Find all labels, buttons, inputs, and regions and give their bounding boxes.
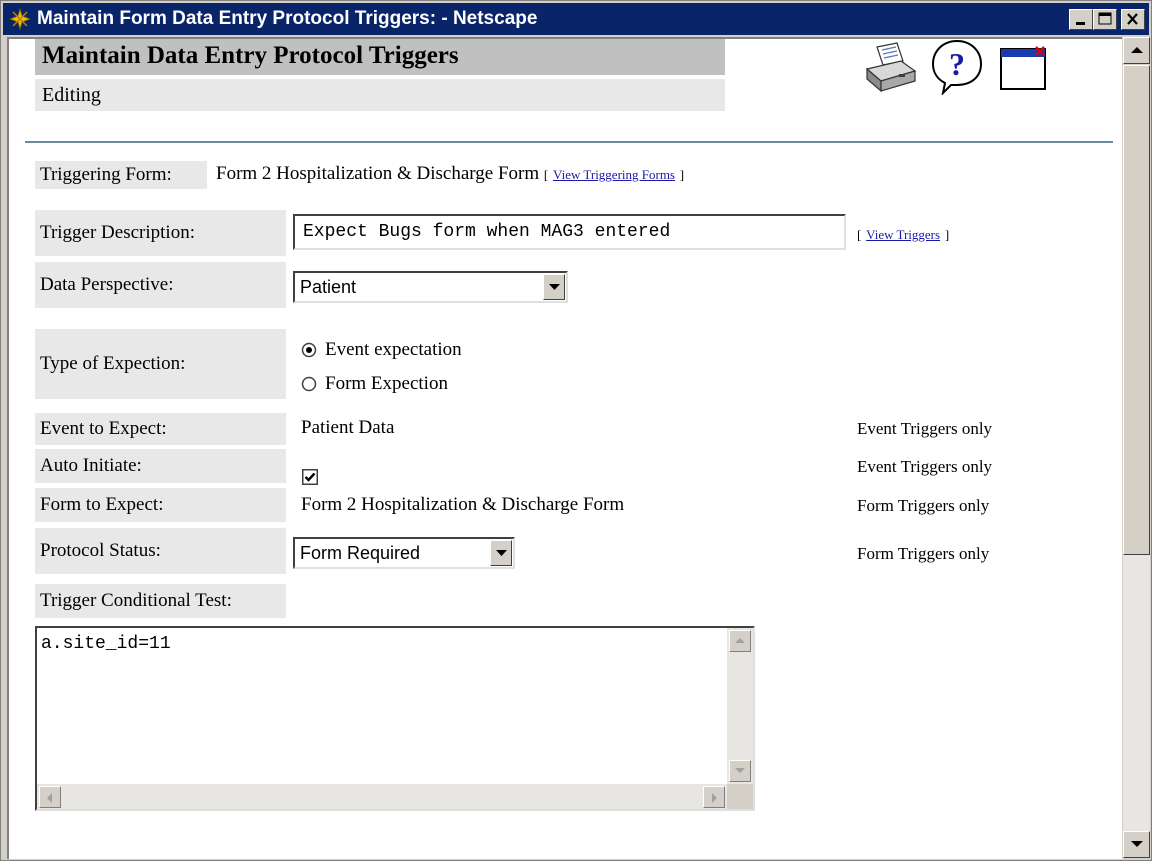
- event-to-expect-note: Event Triggers only: [857, 419, 993, 438]
- minimize-button[interactable]: [1069, 9, 1093, 30]
- auto-initiate-note: Event Triggers only: [857, 457, 993, 476]
- close-button[interactable]: [1121, 9, 1145, 30]
- browser-window: Maintain Form Data Entry Protocol Trigge…: [0, 0, 1152, 861]
- divider: [25, 141, 1113, 143]
- help-icon[interactable]: ?: [931, 39, 983, 95]
- arrow-left-icon: [47, 793, 52, 803]
- page-vertical-scrollbar[interactable]: [1123, 37, 1150, 859]
- radio-unselected-icon[interactable]: [301, 376, 317, 392]
- form-expection-label: Form Expection: [325, 373, 448, 394]
- page-content: Maintain Data Entry Protocol Triggers Ed…: [7, 37, 1122, 859]
- close-icon: [1127, 13, 1138, 25]
- arrow-up-icon: [735, 638, 745, 643]
- scroll-down-button[interactable]: [729, 760, 751, 782]
- protocol-status-value: Form Required: [300, 543, 421, 563]
- conditional-test-textarea[interactable]: a.site_id=11: [35, 626, 755, 811]
- triggering-form-label: Triggering Form:: [35, 161, 207, 189]
- auto-initiate-label: Auto Initiate:: [35, 449, 286, 483]
- dropdown-button[interactable]: [490, 540, 512, 566]
- bracket: [: [857, 227, 862, 242]
- view-triggers-row: [ View Triggers ]: [857, 223, 949, 245]
- data-perspective-select[interactable]: Patient: [293, 271, 568, 303]
- conditional-test-value: a.site_id=11: [41, 634, 171, 654]
- scroll-thumb[interactable]: [1123, 65, 1150, 555]
- page-title: Maintain Data Entry Protocol Triggers: [35, 39, 725, 75]
- type-of-expection-label: Type of Expection:: [35, 329, 286, 399]
- arrow-right-icon: [712, 793, 717, 803]
- chevron-down-icon: [549, 284, 560, 290]
- arrow-up-icon: [1131, 47, 1143, 53]
- trigger-description-label: Trigger Description:: [35, 210, 286, 256]
- data-perspective-value: Patient: [300, 277, 357, 297]
- view-triggering-forms-link[interactable]: View Triggering Forms: [553, 167, 675, 182]
- form-to-expect-value: Form 2 Hospitalization & Discharge Form: [301, 494, 625, 515]
- minimize-icon: [1076, 22, 1085, 25]
- bracket: ]: [679, 167, 685, 182]
- printer-icon[interactable]: [863, 41, 919, 93]
- page-mode: Editing: [35, 79, 725, 111]
- bracket: [: [543, 167, 549, 182]
- chevron-down-icon: [496, 550, 507, 556]
- netscape-icon: [9, 8, 31, 30]
- view-triggers-link[interactable]: View Triggers: [866, 227, 940, 242]
- auto-initiate-checkbox[interactable]: [302, 469, 318, 485]
- protocol-status-label: Protocol Status:: [35, 528, 286, 574]
- scroll-track[interactable]: [1123, 555, 1150, 831]
- scrollbar-corner: [727, 784, 753, 809]
- form-to-expect-note: Form Triggers only: [857, 496, 990, 515]
- bracket: ]: [944, 227, 950, 242]
- form-expection-option[interactable]: Form Expection: [301, 373, 448, 395]
- window-title: Maintain Form Data Entry Protocol Trigge…: [37, 8, 538, 29]
- textarea-horizontal-scrollbar[interactable]: [37, 784, 727, 809]
- maximize-button[interactable]: [1093, 9, 1117, 30]
- conditional-test-label: Trigger Conditional Test:: [35, 584, 286, 618]
- arrow-down-icon: [735, 768, 745, 773]
- page-scroll-down-button[interactable]: [1123, 831, 1150, 858]
- svg-text:?: ?: [949, 46, 965, 82]
- arrow-down-icon: [1131, 841, 1143, 847]
- dropdown-button[interactable]: [543, 274, 565, 300]
- event-expectation-label: Event expectation: [325, 339, 462, 360]
- radio-selected-icon[interactable]: [301, 342, 317, 358]
- scroll-left-button[interactable]: [39, 786, 61, 808]
- event-to-expect-label: Event to Expect:: [35, 413, 286, 445]
- triggering-form-value: Form 2 Hospitalization & Discharge Form: [216, 163, 540, 184]
- event-to-expect-value: Patient Data: [301, 417, 395, 438]
- title-bar[interactable]: Maintain Form Data Entry Protocol Trigge…: [3, 3, 1149, 35]
- data-perspective-label: Data Perspective:: [35, 262, 286, 308]
- protocol-status-note: Form Triggers only: [857, 544, 990, 563]
- event-expectation-option[interactable]: Event expectation: [301, 339, 462, 361]
- scroll-up-button[interactable]: [729, 630, 751, 652]
- trigger-description-input[interactable]: Expect Bugs form when MAG3 entered: [293, 214, 846, 250]
- scroll-right-button[interactable]: [703, 786, 725, 808]
- triggering-form-row: Form 2 Hospitalization & Discharge Form …: [216, 163, 684, 185]
- page-scroll-up-button[interactable]: [1123, 37, 1150, 64]
- close-window-icon[interactable]: [999, 45, 1049, 93]
- maximize-icon: [1098, 12, 1112, 25]
- form-to-expect-label: Form to Expect:: [35, 488, 286, 522]
- protocol-status-select[interactable]: Form Required: [293, 537, 515, 569]
- textarea-vertical-scrollbar[interactable]: [727, 628, 753, 784]
